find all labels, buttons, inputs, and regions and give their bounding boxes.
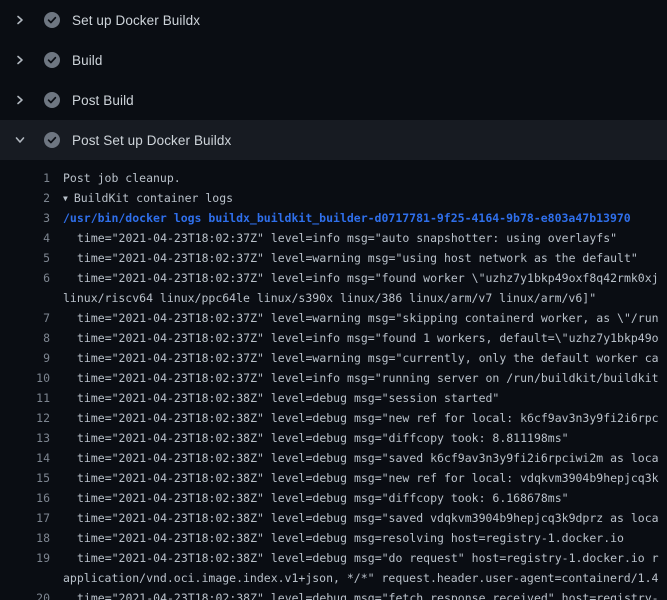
log-line: 2 ▼ BuildKit container logs: [0, 188, 667, 208]
log-line-number[interactable]: 15: [0, 468, 50, 488]
log-line: 18 time="2021-04-23T18:02:38Z" level=deb…: [0, 528, 667, 548]
log-line-text: time="2021-04-23T18:02:38Z" level=debug …: [50, 468, 667, 488]
log-line: 12 time="2021-04-23T18:02:38Z" level=deb…: [0, 408, 667, 428]
check-circle-icon: [44, 52, 60, 68]
log-line-text: ▼ BuildKit container logs: [50, 188, 667, 208]
group-title[interactable]: BuildKit container logs: [74, 191, 233, 205]
log-line: 13 time="2021-04-23T18:02:38Z" level=deb…: [0, 428, 667, 448]
log-line-text: time="2021-04-23T18:02:38Z" level=debug …: [50, 388, 667, 408]
log-line-number[interactable]: 13: [0, 428, 50, 448]
log-line-text: time="2021-04-23T18:02:37Z" level=warnin…: [50, 348, 667, 368]
log-line-number[interactable]: 16: [0, 488, 50, 508]
log-line-number[interactable]: 7: [0, 308, 50, 328]
log-line-text: time="2021-04-23T18:02:38Z" level=debug …: [50, 528, 667, 548]
log-line: 4 time="2021-04-23T18:02:37Z" level=info…: [0, 228, 667, 248]
step-name: Set up Docker Buildx: [72, 13, 200, 28]
chevron-down-icon: [12, 132, 28, 148]
log-viewer: 1 Post job cleanup. 2 ▼ BuildKit containe…: [0, 160, 667, 600]
log-line-number[interactable]: 20: [0, 588, 50, 600]
log-line-text: /usr/bin/docker logs buildx_buildkit_bui…: [50, 208, 667, 228]
log-line-number[interactable]: 4: [0, 228, 50, 248]
log-line-number[interactable]: 3: [0, 208, 50, 228]
log-line: 11 time="2021-04-23T18:02:38Z" level=deb…: [0, 388, 667, 408]
step-list: Set up Docker Buildx Build Post Build Po…: [0, 0, 667, 160]
log-line-number[interactable]: 18: [0, 528, 50, 548]
log-line-number[interactable]: 12: [0, 408, 50, 428]
log-line-text: linux/riscv64 linux/ppc64le linux/s390x …: [50, 288, 667, 308]
log-line-text: application/vnd.oci.image.index.v1+json,…: [50, 568, 667, 588]
log-line: 7 time="2021-04-23T18:02:37Z" level=warn…: [0, 308, 667, 328]
log-line-number[interactable]: 17: [0, 508, 50, 528]
log-line: 10 time="2021-04-23T18:02:37Z" level=inf…: [0, 368, 667, 388]
log-line-text: time="2021-04-23T18:02:38Z" level=debug …: [50, 588, 667, 600]
log-line: 20 time="2021-04-23T18:02:38Z" level=deb…: [0, 588, 667, 600]
log-line: 6 time="2021-04-23T18:02:37Z" level=info…: [0, 268, 667, 288]
log-line-number[interactable]: [0, 288, 50, 308]
log-line: 16 time="2021-04-23T18:02:38Z" level=deb…: [0, 488, 667, 508]
step-header[interactable]: Build: [0, 40, 667, 80]
log-line: 14 time="2021-04-23T18:02:38Z" level=deb…: [0, 448, 667, 468]
log-line-number[interactable]: 10: [0, 368, 50, 388]
check-circle-icon: [44, 92, 60, 108]
log-line-number[interactable]: 14: [0, 448, 50, 468]
log-line: 1 Post job cleanup.: [0, 168, 667, 188]
log-line-number[interactable]: 8: [0, 328, 50, 348]
log-line: linux/riscv64 linux/ppc64le linux/s390x …: [0, 288, 667, 308]
log-line-text: time="2021-04-23T18:02:38Z" level=debug …: [50, 408, 667, 428]
log-line-text: time="2021-04-23T18:02:37Z" level=info m…: [50, 368, 667, 388]
step-header[interactable]: Set up Docker Buildx: [0, 0, 667, 40]
log-line-text: time="2021-04-23T18:02:37Z" level=info m…: [50, 268, 667, 288]
log-line-text: time="2021-04-23T18:02:38Z" level=debug …: [50, 488, 667, 508]
log-line-text: Post job cleanup.: [50, 168, 667, 188]
log-line: application/vnd.oci.image.index.v1+json,…: [0, 568, 667, 588]
log-line-number[interactable]: 5: [0, 248, 50, 268]
step-name: Post Build: [72, 93, 134, 108]
step-name: Post Set up Docker Buildx: [72, 133, 231, 148]
log-line-number[interactable]: 1: [0, 168, 50, 188]
check-circle-icon: [44, 12, 60, 28]
chevron-right-icon: [12, 92, 28, 108]
log-line-text: time="2021-04-23T18:02:37Z" level=warnin…: [50, 248, 667, 268]
chevron-right-icon: [12, 12, 28, 28]
log-line-text: time="2021-04-23T18:02:37Z" level=info m…: [50, 228, 667, 248]
step-name: Build: [72, 53, 103, 68]
log-line: 15 time="2021-04-23T18:02:38Z" level=deb…: [0, 468, 667, 488]
workflow-log-panel: Set up Docker Buildx Build Post Build Po…: [0, 0, 667, 600]
log-line-number[interactable]: 9: [0, 348, 50, 368]
log-line-text: time="2021-04-23T18:02:37Z" level=warnin…: [50, 308, 667, 328]
log-line-text: time="2021-04-23T18:02:38Z" level=debug …: [50, 428, 667, 448]
log-line-text: time="2021-04-23T18:02:38Z" level=debug …: [50, 448, 667, 468]
step-header[interactable]: Post Set up Docker Buildx: [0, 120, 667, 160]
log-line-number[interactable]: 6: [0, 268, 50, 288]
log-line: 5 time="2021-04-23T18:02:37Z" level=warn…: [0, 248, 667, 268]
log-line-number[interactable]: 2: [0, 188, 50, 208]
log-line: 19 time="2021-04-23T18:02:38Z" level=deb…: [0, 548, 667, 568]
log-line-text: time="2021-04-23T18:02:38Z" level=debug …: [50, 548, 667, 568]
log-line: 9 time="2021-04-23T18:02:37Z" level=warn…: [0, 348, 667, 368]
log-line-text: time="2021-04-23T18:02:38Z" level=debug …: [50, 508, 667, 528]
check-circle-icon: [44, 132, 60, 148]
log-line-number[interactable]: 11: [0, 388, 50, 408]
log-line: 8 time="2021-04-23T18:02:37Z" level=info…: [0, 328, 667, 348]
step-header[interactable]: Post Build: [0, 80, 667, 120]
log-line-number[interactable]: [0, 568, 50, 588]
group-toggle-icon[interactable]: ▼: [63, 189, 68, 208]
log-line-text: time="2021-04-23T18:02:37Z" level=info m…: [50, 328, 667, 348]
log-line-number[interactable]: 19: [0, 548, 50, 568]
chevron-right-icon: [12, 52, 28, 68]
log-line: 3 /usr/bin/docker logs buildx_buildkit_b…: [0, 208, 667, 228]
log-line: 17 time="2021-04-23T18:02:38Z" level=deb…: [0, 508, 667, 528]
